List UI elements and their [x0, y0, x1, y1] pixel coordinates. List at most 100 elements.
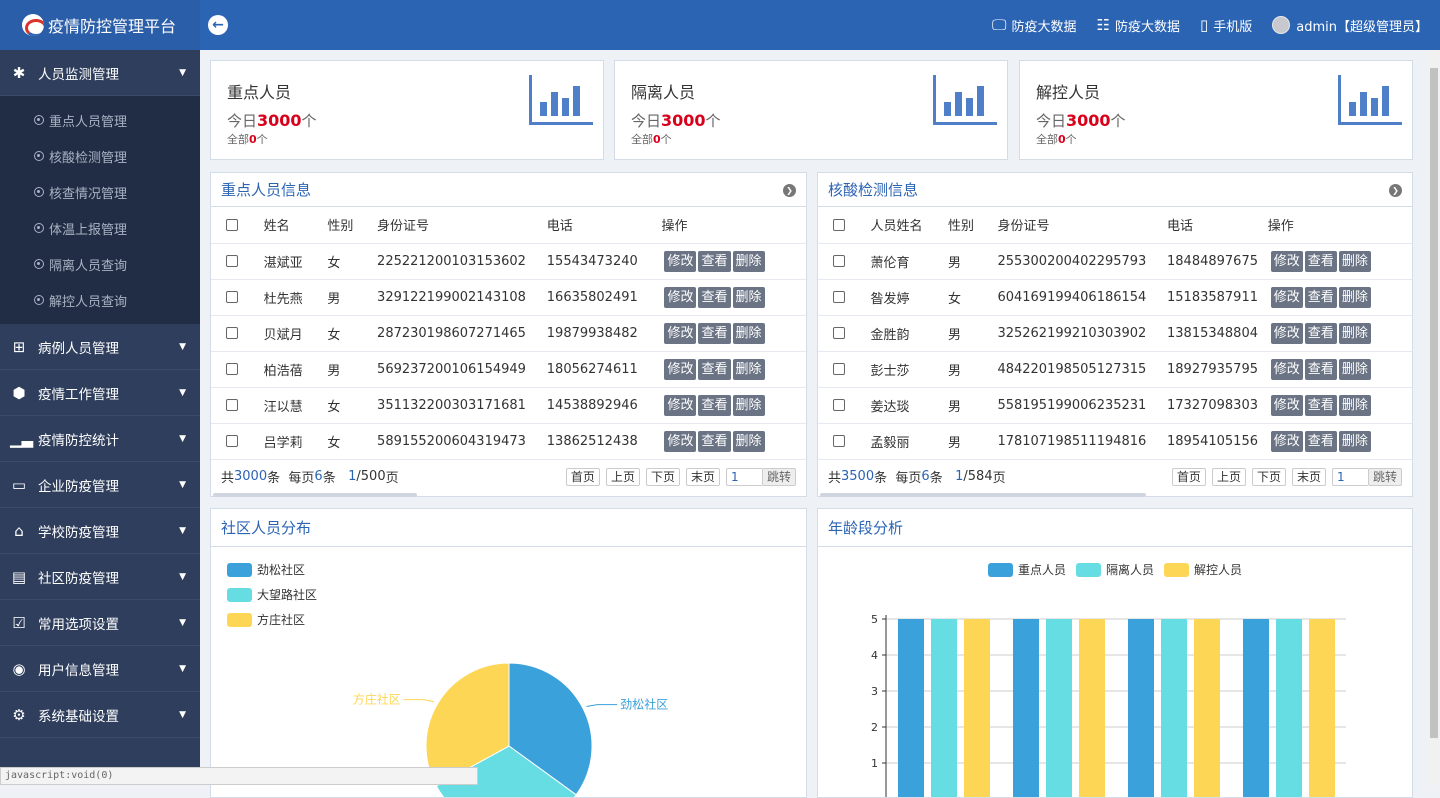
delete-button[interactable]: 删除: [1338, 394, 1371, 416]
next-page-button[interactable]: 下页: [1251, 467, 1286, 486]
mobile-link[interactable]: ▯ 手机版: [1200, 16, 1252, 35]
edit-button[interactable]: 修改: [664, 250, 697, 272]
go-button[interactable]: 跳转: [1367, 467, 1402, 486]
back-arrow-icon[interactable]: ←: [208, 15, 228, 35]
row-checkbox[interactable]: [226, 435, 238, 447]
view-button[interactable]: 查看: [698, 358, 731, 380]
sidebar-subitem[interactable]: 核查情况管理: [0, 174, 200, 210]
delete-button[interactable]: 删除: [1338, 322, 1371, 344]
row-checkbox[interactable]: [833, 291, 845, 303]
edit-button[interactable]: 修改: [1270, 322, 1303, 344]
sidebar-item-case[interactable]: ⊞ 病例人员管理 ▼: [0, 324, 200, 370]
row-checkbox[interactable]: [833, 255, 845, 267]
edit-button[interactable]: 修改: [664, 322, 697, 344]
edit-button[interactable]: 修改: [664, 430, 697, 452]
delete-button[interactable]: 删除: [732, 358, 765, 380]
row-checkbox[interactable]: [226, 327, 238, 339]
delete-button[interactable]: 删除: [732, 394, 765, 416]
view-button[interactable]: 查看: [1304, 430, 1337, 452]
delete-button[interactable]: 删除: [1338, 358, 1371, 380]
edit-button[interactable]: 修改: [664, 358, 697, 380]
edit-button[interactable]: 修改: [664, 394, 697, 416]
view-button[interactable]: 查看: [1304, 394, 1337, 416]
row-checkbox[interactable]: [226, 363, 238, 375]
row-checkbox[interactable]: [833, 327, 845, 339]
page-input[interactable]: 1: [725, 467, 762, 486]
first-page-button[interactable]: 首页: [565, 467, 600, 486]
first-page-button[interactable]: 首页: [1171, 467, 1206, 486]
bar[interactable]: [1309, 619, 1335, 797]
sidebar-item-users[interactable]: ◉ 用户信息管理 ▼: [0, 646, 200, 692]
select-all-checkbox[interactable]: [833, 218, 845, 231]
view-button[interactable]: 查看: [698, 322, 731, 344]
sidebar-item-community[interactable]: ▤ 社区防疫管理 ▼: [0, 554, 200, 600]
sidebar-item-options[interactable]: ☑ 常用选项设置 ▼: [0, 600, 200, 646]
chevron-right-icon[interactable]: ❯: [783, 184, 796, 197]
bar[interactable]: [964, 619, 990, 797]
edit-button[interactable]: 修改: [1270, 394, 1303, 416]
view-button[interactable]: 查看: [1304, 322, 1337, 344]
vertical-scrollbar[interactable]: [1428, 50, 1440, 785]
delete-button[interactable]: 删除: [1338, 286, 1371, 308]
big-data-link-1[interactable]: 🖵 防疫大数据: [992, 16, 1076, 35]
page-input[interactable]: 1: [1331, 467, 1368, 486]
bar[interactable]: [898, 619, 924, 797]
sidebar-item-stats[interactable]: ▁▃ 疫情防控统计 ▼: [0, 416, 200, 462]
sidebar-item-system[interactable]: ⚙ 系统基础设置 ▼: [0, 692, 200, 738]
scrollbar-thumb[interactable]: [1430, 68, 1438, 738]
sidebar-item-person-monitor[interactable]: ✱ 人员监测管理 ▼: [0, 50, 200, 96]
last-page-button[interactable]: 末页: [1291, 467, 1326, 486]
edit-button[interactable]: 修改: [1270, 250, 1303, 272]
sidebar-subitem[interactable]: 体温上报管理: [0, 210, 200, 246]
delete-button[interactable]: 删除: [732, 286, 765, 308]
sidebar-item-school[interactable]: ⌂ 学校防疫管理 ▼: [0, 508, 200, 554]
row-checkbox[interactable]: [833, 363, 845, 375]
bar[interactable]: [1161, 619, 1187, 797]
bar[interactable]: [1046, 619, 1072, 797]
user-menu[interactable]: admin【超级管理员】: [1272, 16, 1428, 35]
chevron-right-icon[interactable]: ❯: [1389, 184, 1402, 197]
bar[interactable]: [1013, 619, 1039, 797]
edit-button[interactable]: 修改: [664, 286, 697, 308]
prev-page-button[interactable]: 上页: [605, 467, 640, 486]
edit-button[interactable]: 修改: [1270, 358, 1303, 380]
view-button[interactable]: 查看: [698, 250, 731, 272]
brand[interactable]: 疫情防控管理平台: [0, 0, 200, 50]
delete-button[interactable]: 删除: [732, 430, 765, 452]
row-checkbox[interactable]: [226, 255, 238, 267]
delete-button[interactable]: 删除: [1338, 430, 1371, 452]
view-button[interactable]: 查看: [1304, 250, 1337, 272]
sidebar-subitem[interactable]: 核酸检测管理: [0, 138, 200, 174]
view-button[interactable]: 查看: [698, 430, 731, 452]
sidebar-item-enterprise[interactable]: ▭ 企业防疫管理 ▼: [0, 462, 200, 508]
last-page-button[interactable]: 末页: [685, 467, 720, 486]
bar[interactable]: [1194, 619, 1220, 797]
bar[interactable]: [931, 619, 957, 797]
row-checkbox[interactable]: [226, 291, 238, 303]
view-button[interactable]: 查看: [1304, 358, 1337, 380]
select-all-checkbox[interactable]: [226, 218, 238, 231]
big-data-link-2[interactable]: ☷ 防疫大数据: [1097, 16, 1180, 35]
row-checkbox[interactable]: [833, 399, 845, 411]
row-checkbox[interactable]: [833, 435, 845, 447]
edit-button[interactable]: 修改: [1270, 430, 1303, 452]
next-page-button[interactable]: 下页: [645, 467, 680, 486]
delete-button[interactable]: 删除: [732, 250, 765, 272]
bar[interactable]: [1276, 619, 1302, 797]
sidebar-subitem[interactable]: 隔离人员查询: [0, 246, 200, 282]
delete-button[interactable]: 删除: [732, 322, 765, 344]
horizontal-scrollbar[interactable]: [820, 493, 1146, 497]
sidebar-item-work[interactable]: ⬢ 疫情工作管理 ▼: [0, 370, 200, 416]
bar[interactable]: [1128, 619, 1154, 797]
edit-button[interactable]: 修改: [1270, 286, 1303, 308]
sidebar-subitem[interactable]: 解控人员查询: [0, 282, 200, 318]
view-button[interactable]: 查看: [698, 394, 731, 416]
bar[interactable]: [1243, 619, 1269, 797]
prev-page-button[interactable]: 上页: [1211, 467, 1246, 486]
view-button[interactable]: 查看: [698, 286, 731, 308]
horizontal-scrollbar[interactable]: [213, 493, 417, 497]
view-button[interactable]: 查看: [1304, 286, 1337, 308]
row-checkbox[interactable]: [226, 399, 238, 411]
delete-button[interactable]: 删除: [1338, 250, 1371, 272]
sidebar-subitem[interactable]: 重点人员管理: [0, 102, 200, 138]
